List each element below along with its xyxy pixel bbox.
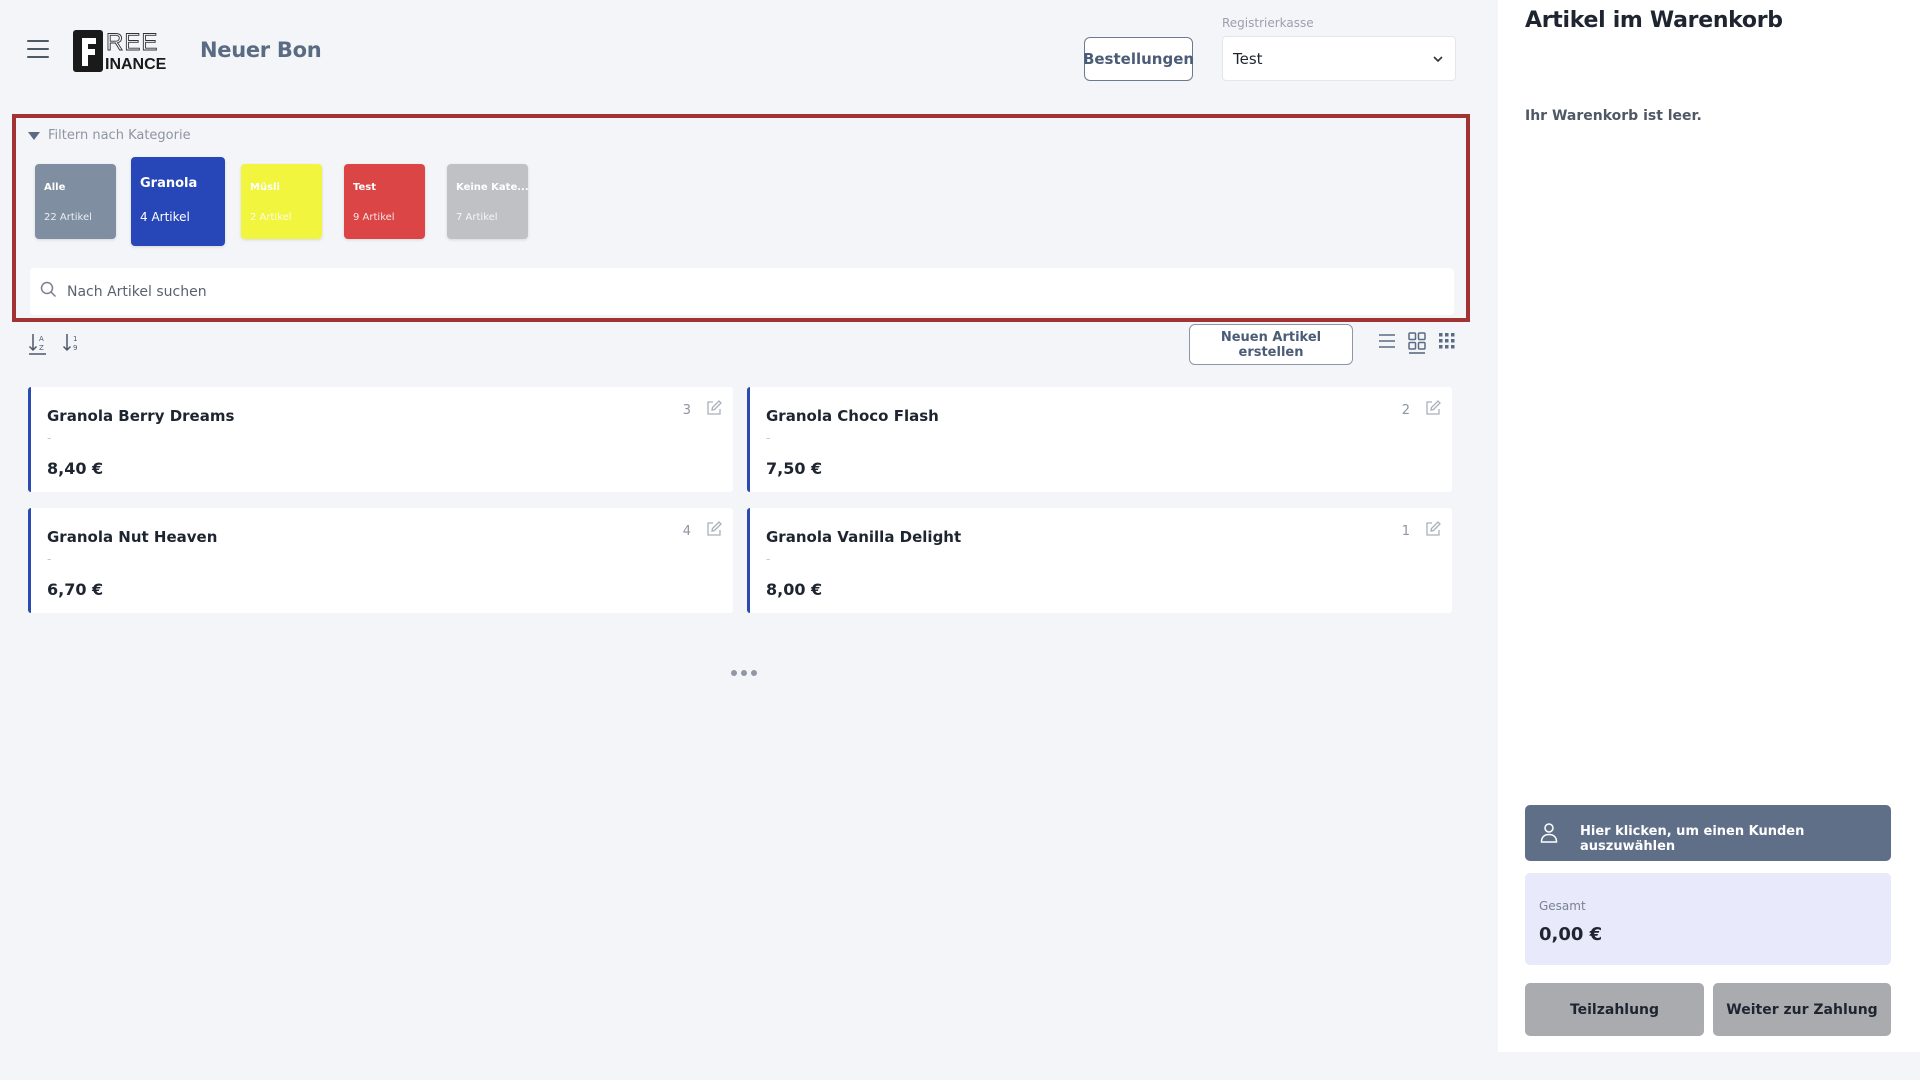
product-price: 8,00 € xyxy=(766,580,823,599)
product-description: - xyxy=(47,552,52,566)
more-dots-icon[interactable] xyxy=(731,670,757,676)
sort-controls: A Z 1 9 xyxy=(28,332,82,360)
product-stock: 3 xyxy=(682,403,691,418)
svg-text:Z: Z xyxy=(39,344,44,352)
edit-icon[interactable] xyxy=(1424,520,1442,538)
product-card[interactable]: Granola Nut Heaven - 6,70 € 4 xyxy=(28,508,733,613)
product-stock: 4 xyxy=(682,524,691,539)
product-stock: 1 xyxy=(1401,524,1410,539)
view-switcher xyxy=(1378,332,1456,358)
category-count: 7 Artikel xyxy=(456,212,498,223)
register-select[interactable]: Test xyxy=(1222,36,1456,81)
product-card[interactable]: Granola Berry Dreams - 8,40 € 3 xyxy=(28,387,733,492)
continue-payment-button[interactable]: Weiter zur Zahlung xyxy=(1713,983,1891,1036)
category-count: 4 Artikel xyxy=(140,210,190,224)
category-granola[interactable]: Granola 4 Artikel xyxy=(131,157,225,246)
total-box: Gesamt 0,00 € xyxy=(1525,873,1891,965)
svg-text:A: A xyxy=(39,335,44,343)
product-card[interactable]: Granola Vanilla Delight - 8,00 € 1 xyxy=(747,508,1452,613)
cart-empty-message: Ihr Warenkorb ist leer. xyxy=(1525,108,1702,124)
edit-icon[interactable] xyxy=(705,520,723,538)
category-alle[interactable]: Alle 22 Artikel xyxy=(35,164,116,239)
product-description: - xyxy=(766,552,771,566)
svg-text:1: 1 xyxy=(73,335,77,343)
list-view-icon[interactable] xyxy=(1378,332,1396,358)
search-icon xyxy=(40,281,57,302)
category-name: Müsli xyxy=(250,182,280,193)
caret-down-icon xyxy=(28,131,40,140)
grid-view-icon[interactable] xyxy=(1408,332,1426,358)
category-name: Alle xyxy=(44,182,66,193)
category-keine-kategorie[interactable]: Keine Kate... 7 Artikel xyxy=(447,164,529,239)
product-description: - xyxy=(47,431,52,445)
select-customer-label: Hier klicken, um einen Kunden auszuwähle… xyxy=(1580,824,1805,854)
register-label: Registrierkasse xyxy=(1222,16,1314,30)
partial-payment-button[interactable]: Teilzahlung xyxy=(1525,983,1704,1036)
product-name: Granola Choco Flash xyxy=(766,407,939,425)
new-item-button[interactable]: Neuen Artikel erstellen xyxy=(1189,324,1353,365)
category-name: Keine Kate... xyxy=(456,182,529,193)
total-value: 0,00 € xyxy=(1539,924,1603,945)
category-count: 2 Artikel xyxy=(250,212,292,223)
product-price: 8,40 € xyxy=(47,459,104,478)
category-count: 9 Artikel xyxy=(353,212,395,223)
free-finance-logo: REE INANCE xyxy=(73,28,185,74)
total-label: Gesamt xyxy=(1539,899,1586,913)
search-input[interactable] xyxy=(67,283,1427,300)
product-price: 7,50 € xyxy=(766,459,823,478)
edit-icon[interactable] xyxy=(1424,399,1442,417)
category-muesli[interactable]: Müsli 2 Artikel xyxy=(241,164,322,239)
register-select-value: Test xyxy=(1233,49,1263,68)
svg-text:REE: REE xyxy=(106,29,158,56)
category-count: 22 Artikel xyxy=(44,212,92,223)
product-stock: 2 xyxy=(1401,403,1410,418)
product-description: - xyxy=(766,431,771,445)
product-name: Granola Vanilla Delight xyxy=(766,528,962,546)
user-icon xyxy=(1539,822,1559,848)
select-customer-button[interactable]: Hier klicken, um einen Kunden auszuwähle… xyxy=(1525,805,1891,861)
chevron-down-icon xyxy=(1433,52,1443,66)
category-test[interactable]: Test 9 Artikel xyxy=(344,164,425,239)
edit-icon[interactable] xyxy=(705,399,723,417)
svg-text:INANCE: INANCE xyxy=(105,56,167,73)
hamburger-icon[interactable] xyxy=(27,40,49,58)
product-card[interactable]: Granola Choco Flash - 7,50 € 2 xyxy=(747,387,1452,492)
cart-title: Artikel im Warenkorb xyxy=(1525,8,1783,33)
main-area: REE INANCE Neuer Bon Bestellungen Regist… xyxy=(0,0,1498,1080)
svg-text:9: 9 xyxy=(73,344,77,352)
category-name: Test xyxy=(353,182,377,193)
filter-toggle[interactable]: Filtern nach Kategorie xyxy=(28,128,191,143)
product-name: Granola Berry Dreams xyxy=(47,407,235,425)
product-price: 6,70 € xyxy=(47,580,104,599)
product-name: Granola Nut Heaven xyxy=(47,528,218,546)
cart-panel: Artikel im Warenkorb Ihr Warenkorb ist l… xyxy=(1498,0,1920,1052)
sort-numeric-icon[interactable]: 1 9 xyxy=(62,332,82,360)
filter-toggle-label: Filtern nach Kategorie xyxy=(48,128,191,143)
orders-button[interactable]: Bestellungen xyxy=(1083,37,1194,81)
sort-alpha-asc-icon[interactable]: A Z xyxy=(28,332,48,360)
page-title: Neuer Bon xyxy=(200,38,322,62)
category-name: Granola xyxy=(140,176,198,191)
compact-grid-icon[interactable] xyxy=(1438,332,1456,358)
search-bar xyxy=(30,268,1454,315)
